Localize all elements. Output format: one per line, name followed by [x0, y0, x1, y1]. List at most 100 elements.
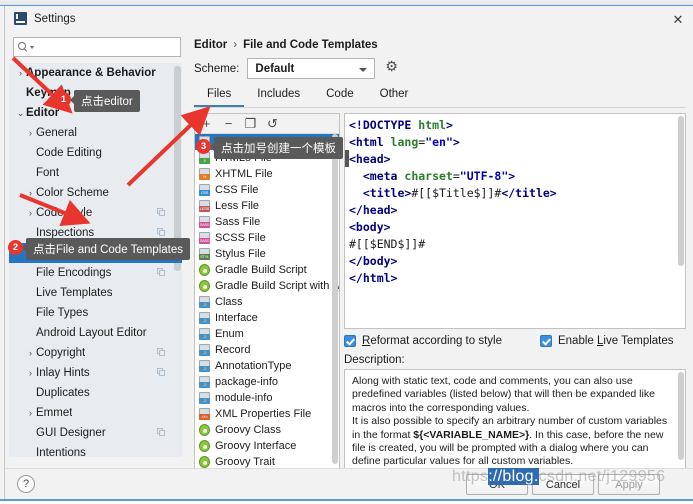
- remove-template-button[interactable]: −: [222, 117, 235, 130]
- list-item[interactable]: J Interface: [195, 310, 339, 326]
- sidebar-item-general[interactable]: › General: [9, 123, 182, 143]
- apply-button[interactable]: Apply: [598, 474, 660, 495]
- search-box[interactable]: [13, 37, 181, 57]
- chevron-icon[interactable]: ›: [25, 208, 36, 218]
- list-item[interactable]: J Enum: [195, 326, 339, 342]
- file-type-tag: J: [199, 318, 210, 324]
- sidebar-item-appearance-behavior[interactable]: › Appearance & Behavior: [9, 63, 182, 83]
- chevron-icon[interactable]: ›: [25, 128, 36, 138]
- screenshot-root: Settings ✕ › Appearance & Behavior Keymap ⌄…: [0, 0, 693, 504]
- chevron-icon[interactable]: ⌄: [15, 108, 26, 119]
- list-item[interactable]: Jpackage-info: [195, 374, 339, 390]
- list-item[interactable]: Groovy Interface: [195, 438, 339, 454]
- sidebar-item-label: Emmet: [36, 407, 73, 419]
- cancel-button[interactable]: Cancel: [532, 474, 594, 495]
- reformat-according-to-style-checkbox[interactable]: Reformat according to style: [344, 335, 502, 347]
- list-item-label: Less File: [215, 200, 260, 212]
- list-item[interactable]: J Record: [195, 342, 339, 358]
- chevron-down-icon[interactable]: [30, 45, 34, 49]
- sidebar-item-duplicates[interactable]: Duplicates: [9, 383, 182, 403]
- tab-includes[interactable]: Includes: [244, 86, 313, 105]
- list-item[interactable]: Gradle Build Script: [195, 262, 339, 278]
- list-item[interactable]: H XHTML File: [195, 166, 339, 182]
- sidebar-item-code-editing[interactable]: Code Editing: [9, 143, 182, 163]
- copy-settings-icon: [157, 208, 166, 217]
- sidebar-item-font[interactable]: Font: [9, 163, 182, 183]
- close-icon[interactable]: ✕: [670, 12, 686, 26]
- list-item[interactable]: STYL Stylus File: [195, 246, 339, 262]
- xml-file-icon: <X>: [199, 408, 210, 420]
- sidebar-item-live-templates[interactable]: Live Templates: [9, 283, 182, 303]
- sidebar-item-gui-designer[interactable]: GUI Designer: [9, 423, 182, 443]
- sass-file-icon: SASS: [199, 216, 210, 228]
- sidebar-item-file-types[interactable]: File Types: [9, 303, 182, 323]
- scheme-select[interactable]: Default: [247, 58, 376, 79]
- enable-live-templates-checkbox[interactable]: Enable Live Templates: [539, 335, 674, 347]
- gear-icon[interactable]: [385, 59, 398, 75]
- file-type-tag: SASS: [199, 222, 210, 228]
- sidebar-item-label: GUI Designer: [36, 427, 106, 439]
- sidebar-item-label: Intentions: [36, 447, 86, 457]
- css-file-icon: CSS: [199, 184, 210, 196]
- reformat-according-to-style-label: Reformat according to style: [362, 335, 502, 347]
- list-item-label: Class: [215, 296, 243, 308]
- groovy-file-icon: [199, 264, 210, 276]
- file-type-tag: J: [199, 382, 210, 388]
- template-code[interactable]: <!DOCTYPE html> <html lang="en"> <head> …: [349, 117, 685, 287]
- sidebar-item-label: Color Scheme: [36, 187, 109, 199]
- list-item[interactable]: SASS SCSS File: [195, 230, 339, 246]
- list-item[interactable]: SASS Sass File: [195, 214, 339, 230]
- list-item[interactable]: Gradle Build Script with wrapp: [195, 278, 339, 294]
- file-type-tag: <X>: [199, 414, 210, 420]
- copy-template-button[interactable]: ❐: [244, 117, 257, 130]
- list-item[interactable]: Groovy Class: [195, 422, 339, 438]
- list-item[interactable]: <X> XML Properties File: [195, 406, 339, 422]
- search-input[interactable]: [37, 40, 167, 54]
- chevron-icon[interactable]: ›: [25, 408, 36, 418]
- list-item-label: SCSS File: [215, 232, 266, 244]
- help-button[interactable]: ?: [17, 475, 35, 493]
- add-template-button[interactable]: +: [200, 117, 213, 130]
- chevron-icon[interactable]: ›: [25, 188, 36, 198]
- file-type-tag: J: [199, 398, 210, 404]
- copy-settings-icon: [157, 368, 166, 377]
- chevron-icon[interactable]: ›: [25, 348, 36, 358]
- templates-scrollbar[interactable]: [332, 134, 339, 492]
- java-record-icon: J: [199, 344, 210, 356]
- sidebar-item-inlay-hints[interactable]: › Inlay Hints: [9, 363, 182, 383]
- ok-button[interactable]: OK: [466, 474, 528, 495]
- tab-files[interactable]: Files: [194, 86, 245, 107]
- list-item-label: Gradle Build Script with wrapp: [215, 280, 339, 292]
- tab-other[interactable]: Other: [367, 86, 422, 105]
- templates-list[interactable]: HHTML File5HTML5 FileHXHTML FileCSSCSS F…: [195, 134, 339, 492]
- template-code-editor[interactable]: <!DOCTYPE html> <html lang="en"> <head> …: [344, 113, 686, 329]
- sidebar-item-code-style[interactable]: › Code Style: [9, 203, 182, 223]
- list-item[interactable]: J Class: [195, 294, 339, 310]
- editor-scrollbar[interactable]: [678, 116, 684, 266]
- sidebar-item-android-layout-editor[interactable]: Android Layout Editor: [9, 323, 182, 343]
- list-item[interactable]: J AnnotationType: [195, 358, 339, 374]
- sidebar-item-intentions[interactable]: Intentions: [9, 443, 182, 457]
- list-item[interactable]: LESS Less File: [195, 198, 339, 214]
- annotation-marker-1: 1: [56, 92, 71, 107]
- tab-bar[interactable]: Files Includes Code Other: [194, 86, 421, 108]
- breadcrumb-root[interactable]: Editor: [194, 39, 227, 51]
- description-scrollbar[interactable]: [678, 372, 684, 460]
- sidebar-item-label: Inlay Hints: [36, 367, 90, 379]
- sidebar-item-copyright[interactable]: › Copyright: [9, 343, 182, 363]
- java-annotation-icon: J: [199, 360, 210, 372]
- sidebar-item-file-encodings[interactable]: File Encodings: [9, 263, 182, 283]
- settings-tree[interactable]: › Appearance & Behavior Keymap ⌄ Editor › Gene…: [9, 63, 182, 457]
- sidebar-item-emmet[interactable]: › Emmet: [9, 403, 182, 423]
- tab-code[interactable]: Code: [313, 86, 367, 105]
- list-item[interactable]: CSS CSS File: [195, 182, 339, 198]
- sidebar-item-color-scheme[interactable]: › Color Scheme: [9, 183, 182, 203]
- sidebar-item-label: Copyright: [36, 347, 86, 359]
- chevron-icon[interactable]: ›: [25, 368, 36, 378]
- copy-settings-icon: [157, 348, 166, 357]
- reset-template-button[interactable]: ↺: [266, 117, 279, 130]
- chevron-icon[interactable]: ›: [15, 68, 26, 78]
- annotation-marker-2: 2: [8, 240, 23, 255]
- list-item[interactable]: Jmodule-info: [195, 390, 339, 406]
- breadcrumb-leaf: File and Code Templates: [243, 39, 378, 51]
